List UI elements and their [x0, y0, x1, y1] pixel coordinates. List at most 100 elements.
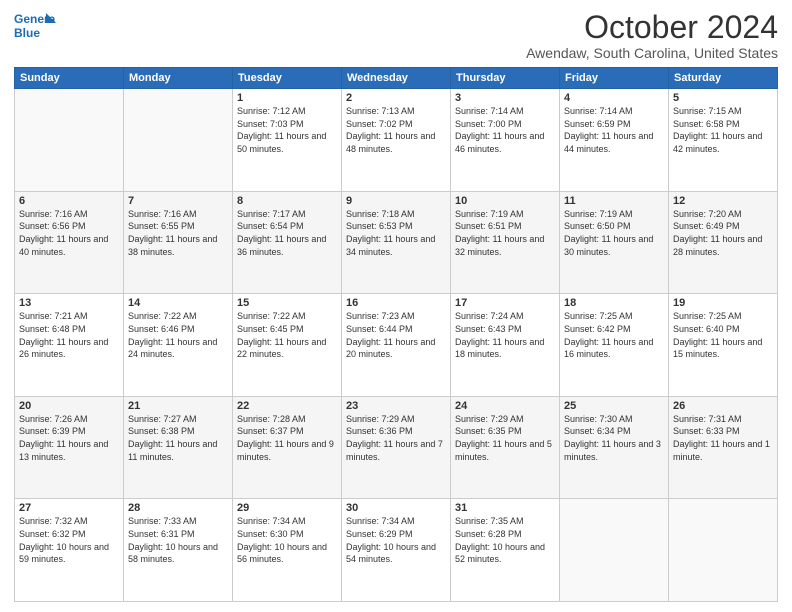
calendar-cell [560, 499, 669, 602]
calendar-cell: 25Sunrise: 7:30 AM Sunset: 6:34 PM Dayli… [560, 396, 669, 499]
day-number: 20 [19, 400, 119, 412]
day-info: Sunrise: 7:13 AM Sunset: 7:02 PM Dayligh… [346, 105, 446, 155]
day-number: 17 [455, 297, 555, 309]
day-number: 28 [128, 502, 228, 514]
day-info: Sunrise: 7:31 AM Sunset: 6:33 PM Dayligh… [673, 413, 773, 463]
day-info: Sunrise: 7:32 AM Sunset: 6:32 PM Dayligh… [19, 515, 119, 565]
svg-text:Blue: Blue [14, 26, 40, 40]
week-row-1: 1Sunrise: 7:12 AM Sunset: 7:03 PM Daylig… [15, 89, 778, 192]
calendar-cell: 8Sunrise: 7:17 AM Sunset: 6:54 PM Daylig… [233, 191, 342, 294]
calendar-header: Sunday Monday Tuesday Wednesday Thursday… [15, 68, 778, 89]
calendar-cell: 27Sunrise: 7:32 AM Sunset: 6:32 PM Dayli… [15, 499, 124, 602]
day-number: 7 [128, 195, 228, 207]
calendar-body: 1Sunrise: 7:12 AM Sunset: 7:03 PM Daylig… [15, 89, 778, 602]
day-number: 19 [673, 297, 773, 309]
day-number: 10 [455, 195, 555, 207]
calendar-cell: 4Sunrise: 7:14 AM Sunset: 6:59 PM Daylig… [560, 89, 669, 192]
calendar-cell: 6Sunrise: 7:16 AM Sunset: 6:56 PM Daylig… [15, 191, 124, 294]
day-number: 6 [19, 195, 119, 207]
day-info: Sunrise: 7:14 AM Sunset: 7:00 PM Dayligh… [455, 105, 555, 155]
day-info: Sunrise: 7:34 AM Sunset: 6:30 PM Dayligh… [237, 515, 337, 565]
calendar-cell: 7Sunrise: 7:16 AM Sunset: 6:55 PM Daylig… [124, 191, 233, 294]
day-info: Sunrise: 7:16 AM Sunset: 6:56 PM Dayligh… [19, 208, 119, 258]
day-info: Sunrise: 7:21 AM Sunset: 6:48 PM Dayligh… [19, 310, 119, 360]
month-title: October 2024 [526, 10, 778, 45]
calendar-cell: 15Sunrise: 7:22 AM Sunset: 6:45 PM Dayli… [233, 294, 342, 397]
day-number: 30 [346, 502, 446, 514]
calendar-cell: 9Sunrise: 7:18 AM Sunset: 6:53 PM Daylig… [342, 191, 451, 294]
header-tuesday: Tuesday [233, 68, 342, 89]
calendar-cell: 17Sunrise: 7:24 AM Sunset: 6:43 PM Dayli… [451, 294, 560, 397]
day-info: Sunrise: 7:25 AM Sunset: 6:42 PM Dayligh… [564, 310, 664, 360]
calendar-cell: 14Sunrise: 7:22 AM Sunset: 6:46 PM Dayli… [124, 294, 233, 397]
calendar-cell: 28Sunrise: 7:33 AM Sunset: 6:31 PM Dayli… [124, 499, 233, 602]
calendar-cell: 16Sunrise: 7:23 AM Sunset: 6:44 PM Dayli… [342, 294, 451, 397]
day-number: 3 [455, 92, 555, 104]
day-number: 1 [237, 92, 337, 104]
day-number: 21 [128, 400, 228, 412]
calendar-table: Sunday Monday Tuesday Wednesday Thursday… [14, 67, 778, 602]
day-info: Sunrise: 7:26 AM Sunset: 6:39 PM Dayligh… [19, 413, 119, 463]
calendar-cell: 22Sunrise: 7:28 AM Sunset: 6:37 PM Dayli… [233, 396, 342, 499]
calendar-cell: 20Sunrise: 7:26 AM Sunset: 6:39 PM Dayli… [15, 396, 124, 499]
day-number: 9 [346, 195, 446, 207]
week-row-5: 27Sunrise: 7:32 AM Sunset: 6:32 PM Dayli… [15, 499, 778, 602]
day-info: Sunrise: 7:34 AM Sunset: 6:29 PM Dayligh… [346, 515, 446, 565]
day-info: Sunrise: 7:33 AM Sunset: 6:31 PM Dayligh… [128, 515, 228, 565]
day-info: Sunrise: 7:20 AM Sunset: 6:49 PM Dayligh… [673, 208, 773, 258]
calendar-cell: 5Sunrise: 7:15 AM Sunset: 6:58 PM Daylig… [669, 89, 778, 192]
calendar-cell: 11Sunrise: 7:19 AM Sunset: 6:50 PM Dayli… [560, 191, 669, 294]
day-number: 22 [237, 400, 337, 412]
calendar-cell: 13Sunrise: 7:21 AM Sunset: 6:48 PM Dayli… [15, 294, 124, 397]
calendar-cell: 21Sunrise: 7:27 AM Sunset: 6:38 PM Dayli… [124, 396, 233, 499]
calendar-page: General Blue October 2024 Awendaw, South… [0, 0, 792, 612]
day-info: Sunrise: 7:16 AM Sunset: 6:55 PM Dayligh… [128, 208, 228, 258]
day-number: 16 [346, 297, 446, 309]
day-info: Sunrise: 7:15 AM Sunset: 6:58 PM Dayligh… [673, 105, 773, 155]
calendar-cell: 24Sunrise: 7:29 AM Sunset: 6:35 PM Dayli… [451, 396, 560, 499]
header-row: Sunday Monday Tuesday Wednesday Thursday… [15, 68, 778, 89]
week-row-2: 6Sunrise: 7:16 AM Sunset: 6:56 PM Daylig… [15, 191, 778, 294]
calendar-cell [669, 499, 778, 602]
header-sunday: Sunday [15, 68, 124, 89]
header-monday: Monday [124, 68, 233, 89]
day-info: Sunrise: 7:22 AM Sunset: 6:45 PM Dayligh… [237, 310, 337, 360]
calendar-cell: 1Sunrise: 7:12 AM Sunset: 7:03 PM Daylig… [233, 89, 342, 192]
week-row-3: 13Sunrise: 7:21 AM Sunset: 6:48 PM Dayli… [15, 294, 778, 397]
day-number: 11 [564, 195, 664, 207]
day-number: 2 [346, 92, 446, 104]
day-info: Sunrise: 7:29 AM Sunset: 6:35 PM Dayligh… [455, 413, 555, 463]
day-info: Sunrise: 7:29 AM Sunset: 6:36 PM Dayligh… [346, 413, 446, 463]
day-number: 8 [237, 195, 337, 207]
day-info: Sunrise: 7:28 AM Sunset: 6:37 PM Dayligh… [237, 413, 337, 463]
calendar-cell [15, 89, 124, 192]
header-thursday: Thursday [451, 68, 560, 89]
day-number: 13 [19, 297, 119, 309]
day-info: Sunrise: 7:23 AM Sunset: 6:44 PM Dayligh… [346, 310, 446, 360]
calendar-cell: 31Sunrise: 7:35 AM Sunset: 6:28 PM Dayli… [451, 499, 560, 602]
day-number: 5 [673, 92, 773, 104]
day-number: 31 [455, 502, 555, 514]
calendar-cell: 19Sunrise: 7:25 AM Sunset: 6:40 PM Dayli… [669, 294, 778, 397]
day-number: 26 [673, 400, 773, 412]
location-subtitle: Awendaw, South Carolina, United States [526, 45, 778, 61]
header: General Blue October 2024 Awendaw, South… [14, 10, 778, 61]
calendar-cell: 18Sunrise: 7:25 AM Sunset: 6:42 PM Dayli… [560, 294, 669, 397]
day-number: 14 [128, 297, 228, 309]
day-number: 4 [564, 92, 664, 104]
calendar-cell [124, 89, 233, 192]
day-number: 29 [237, 502, 337, 514]
day-info: Sunrise: 7:35 AM Sunset: 6:28 PM Dayligh… [455, 515, 555, 565]
day-info: Sunrise: 7:25 AM Sunset: 6:40 PM Dayligh… [673, 310, 773, 360]
day-number: 15 [237, 297, 337, 309]
day-number: 12 [673, 195, 773, 207]
day-info: Sunrise: 7:12 AM Sunset: 7:03 PM Dayligh… [237, 105, 337, 155]
day-number: 27 [19, 502, 119, 514]
day-info: Sunrise: 7:22 AM Sunset: 6:46 PM Dayligh… [128, 310, 228, 360]
calendar-cell: 26Sunrise: 7:31 AM Sunset: 6:33 PM Dayli… [669, 396, 778, 499]
calendar-cell: 12Sunrise: 7:20 AM Sunset: 6:49 PM Dayli… [669, 191, 778, 294]
day-info: Sunrise: 7:19 AM Sunset: 6:50 PM Dayligh… [564, 208, 664, 258]
day-number: 24 [455, 400, 555, 412]
calendar-cell: 23Sunrise: 7:29 AM Sunset: 6:36 PM Dayli… [342, 396, 451, 499]
calendar-cell: 3Sunrise: 7:14 AM Sunset: 7:00 PM Daylig… [451, 89, 560, 192]
